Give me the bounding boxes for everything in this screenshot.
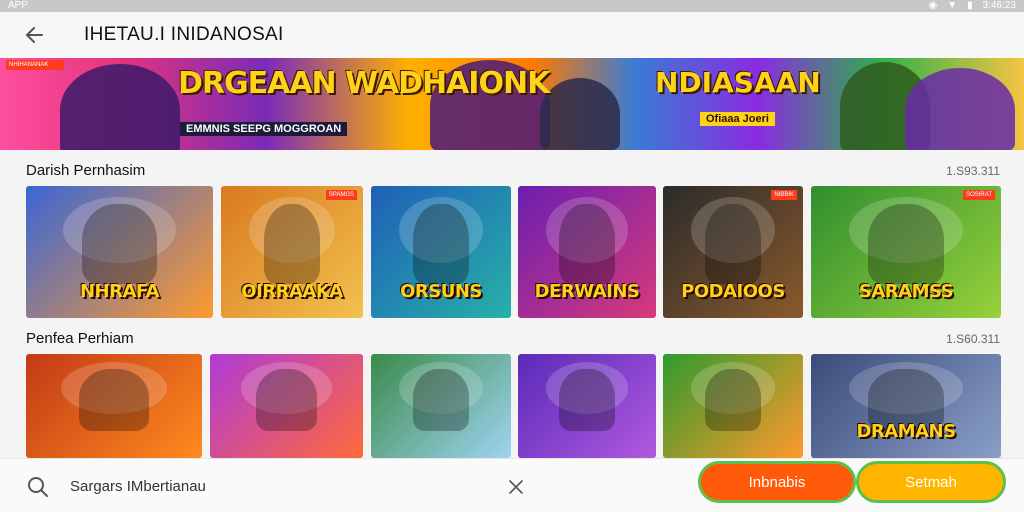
banner-title-primary: DRGEAAN WADHAIONK xyxy=(178,66,550,101)
game-card[interactable]: NIBBIK PODAIOOS xyxy=(663,186,803,318)
card-figure xyxy=(705,204,761,284)
status-icons: ◉ ▼ ▮ 3:46:23 xyxy=(928,0,1016,12)
banner-tag: NHIHANANAK xyxy=(6,60,64,70)
game-card[interactable] xyxy=(26,354,202,458)
app-header: IHETAU.I INIDANOSAI xyxy=(0,12,1024,58)
card-figure xyxy=(559,368,615,431)
game-card[interactable]: NHRAFA xyxy=(26,186,213,318)
banner-title-secondary: NDIASAAN xyxy=(655,66,821,99)
section-count: 1.S93.311 xyxy=(946,164,1000,178)
section-count: 1.S60.311 xyxy=(946,332,1000,346)
card-figure xyxy=(413,204,469,284)
game-card[interactable] xyxy=(663,354,803,458)
card-figure xyxy=(413,368,469,431)
game-card[interactable] xyxy=(210,354,363,458)
card-title: DRAMANS xyxy=(856,421,956,442)
clear-icon[interactable] xyxy=(506,477,526,497)
card-figure xyxy=(705,368,761,431)
card-badge: SOSIRAT xyxy=(963,190,995,200)
primary-action-button[interactable]: Inbnabis xyxy=(698,461,856,503)
banner-hero-right xyxy=(905,68,1015,150)
promo-banner[interactable]: NHIHANANAK DRGEAAN WADHAIONK EMMNIS SEEP… xyxy=(0,58,1024,150)
status-bar: APP ◉ ▼ ▮ 3:46:23 xyxy=(0,0,1024,12)
page-title: IHETAU.I INIDANOSAI xyxy=(84,24,284,45)
banner-subtitle-primary: EMMNIS SEEPG MOGGROAN xyxy=(180,122,348,136)
game-card[interactable]: DRAMANS xyxy=(811,354,1001,458)
banner-hero-robot xyxy=(540,78,620,150)
wifi-icon: ◉ xyxy=(928,0,938,11)
card-title: SARAMSS xyxy=(858,281,954,302)
game-card[interactable] xyxy=(518,354,656,458)
card-title: PODAIOOS xyxy=(681,281,785,302)
card-title: ORSUNS xyxy=(400,281,482,302)
card-figure xyxy=(263,204,321,284)
signal-icon: ▼ xyxy=(947,0,958,11)
game-card[interactable]: SPAMGS OIRRAAKA xyxy=(221,186,363,318)
game-card[interactable] xyxy=(371,354,511,458)
status-app-label: APP xyxy=(8,0,29,11)
back-arrow-icon[interactable] xyxy=(22,22,48,48)
search-input[interactable] xyxy=(70,471,490,501)
search-icon[interactable] xyxy=(26,475,50,499)
banner-hero-left xyxy=(60,64,180,150)
section-title: Penfea Perhiam xyxy=(26,330,134,347)
bottom-search-bar: Inbnabis Setmah xyxy=(0,458,1024,512)
card-figure xyxy=(255,368,318,431)
card-title: NHRAFA xyxy=(79,281,160,302)
banner-subtitle-secondary: Ofiaaa Joeri xyxy=(700,112,775,126)
card-figure xyxy=(78,368,150,431)
card-badge: SPAMGS xyxy=(325,190,357,200)
card-figure xyxy=(559,204,615,284)
card-figure xyxy=(868,204,944,284)
game-card[interactable]: ORSUNS xyxy=(371,186,511,318)
card-title: DERWAINS xyxy=(534,281,640,302)
status-time: 3:46:23 xyxy=(982,0,1016,11)
card-title: OIRRAAKA xyxy=(241,281,343,302)
section-title: Darish Pernhasim xyxy=(26,162,146,179)
game-card[interactable]: DERWAINS xyxy=(518,186,656,318)
card-figure xyxy=(82,204,157,284)
secondary-action-button[interactable]: Setmah xyxy=(856,461,1006,503)
game-card[interactable]: SOSIRAT SARAMSS xyxy=(811,186,1001,318)
card-badge: NIBBIK xyxy=(771,190,797,200)
battery-icon: ▮ xyxy=(967,0,973,11)
